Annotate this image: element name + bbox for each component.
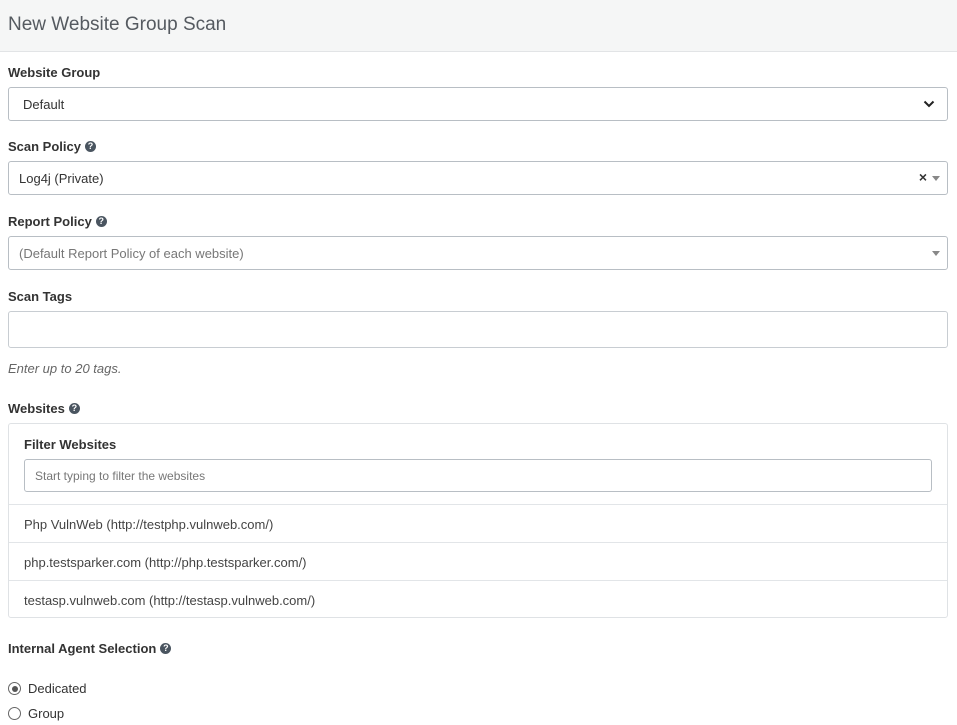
website-item-label: testasp.vulnweb.com (http://testasp.vuln… xyxy=(24,593,316,608)
scan-tags-label: Scan Tags xyxy=(8,289,72,304)
scan-tags-input[interactable] xyxy=(8,311,948,348)
radio-dedicated-control[interactable] xyxy=(8,682,21,695)
filter-websites-input[interactable] xyxy=(24,459,932,492)
websites-panel: Filter Websites Php VulnWeb (http://test… xyxy=(8,423,948,618)
website-item-label: php.testsparker.com (http://php.testspar… xyxy=(24,555,307,570)
website-list-item[interactable]: testasp.vulnweb.com (http://testasp.vuln… xyxy=(9,580,947,618)
websites-label: Websites ? xyxy=(8,401,80,416)
report-policy-select[interactable]: (Default Report Policy of each website) xyxy=(8,236,948,270)
scan-tags-label-text: Scan Tags xyxy=(8,289,73,304)
page-title: New Website Group Scan xyxy=(8,14,227,35)
scan-tags-hint: Enter up to 20 tags. xyxy=(8,361,122,376)
internal-agent-label-text: Internal Agent Selection xyxy=(8,641,157,656)
chevron-down-icon xyxy=(923,100,935,108)
question-circle-icon[interactable]: ? xyxy=(95,216,107,227)
website-item-label: Php VulnWeb (http://testphp.vulnweb.com/… xyxy=(24,517,274,532)
report-policy-label-text: Report Policy xyxy=(8,214,92,229)
website-group-label-text: Website Group xyxy=(8,65,101,80)
radio-group-control[interactable] xyxy=(8,707,21,720)
website-group-select[interactable]: Default xyxy=(8,87,948,121)
radio-dedicated[interactable]: Dedicated xyxy=(8,681,87,696)
scan-policy-select[interactable]: Log4j (Private) × xyxy=(8,161,948,195)
scan-policy-label-text: Scan Policy xyxy=(8,139,81,154)
radio-group-label: Group xyxy=(28,706,65,721)
clear-selection-icon[interactable]: × xyxy=(919,169,927,185)
page-header: New Website Group Scan xyxy=(0,0,957,52)
website-group-label: Website Group xyxy=(8,65,100,80)
caret-down-icon[interactable] xyxy=(932,251,940,256)
question-circle-icon[interactable]: ? xyxy=(160,643,172,654)
scan-policy-selected: Log4j (Private) xyxy=(19,171,104,186)
question-circle-icon[interactable]: ? xyxy=(68,403,80,414)
website-list-item[interactable]: php.testsparker.com (http://php.testspar… xyxy=(9,542,947,580)
radio-group[interactable]: Group xyxy=(8,706,64,721)
scan-policy-label: Scan Policy ? xyxy=(8,139,96,154)
website-group-selected: Default xyxy=(23,97,65,112)
report-policy-label: Report Policy ? xyxy=(8,214,107,229)
internal-agent-label: Internal Agent Selection ? xyxy=(8,641,172,656)
filter-websites-label: Filter Websites xyxy=(24,437,117,452)
question-circle-icon[interactable]: ? xyxy=(84,141,96,152)
report-policy-placeholder: (Default Report Policy of each website) xyxy=(19,246,244,261)
radio-dedicated-label: Dedicated xyxy=(28,681,87,696)
caret-down-icon[interactable] xyxy=(932,176,940,181)
websites-label-text: Websites xyxy=(8,401,65,416)
website-list-item[interactable]: Php VulnWeb (http://testphp.vulnweb.com/… xyxy=(9,504,947,542)
